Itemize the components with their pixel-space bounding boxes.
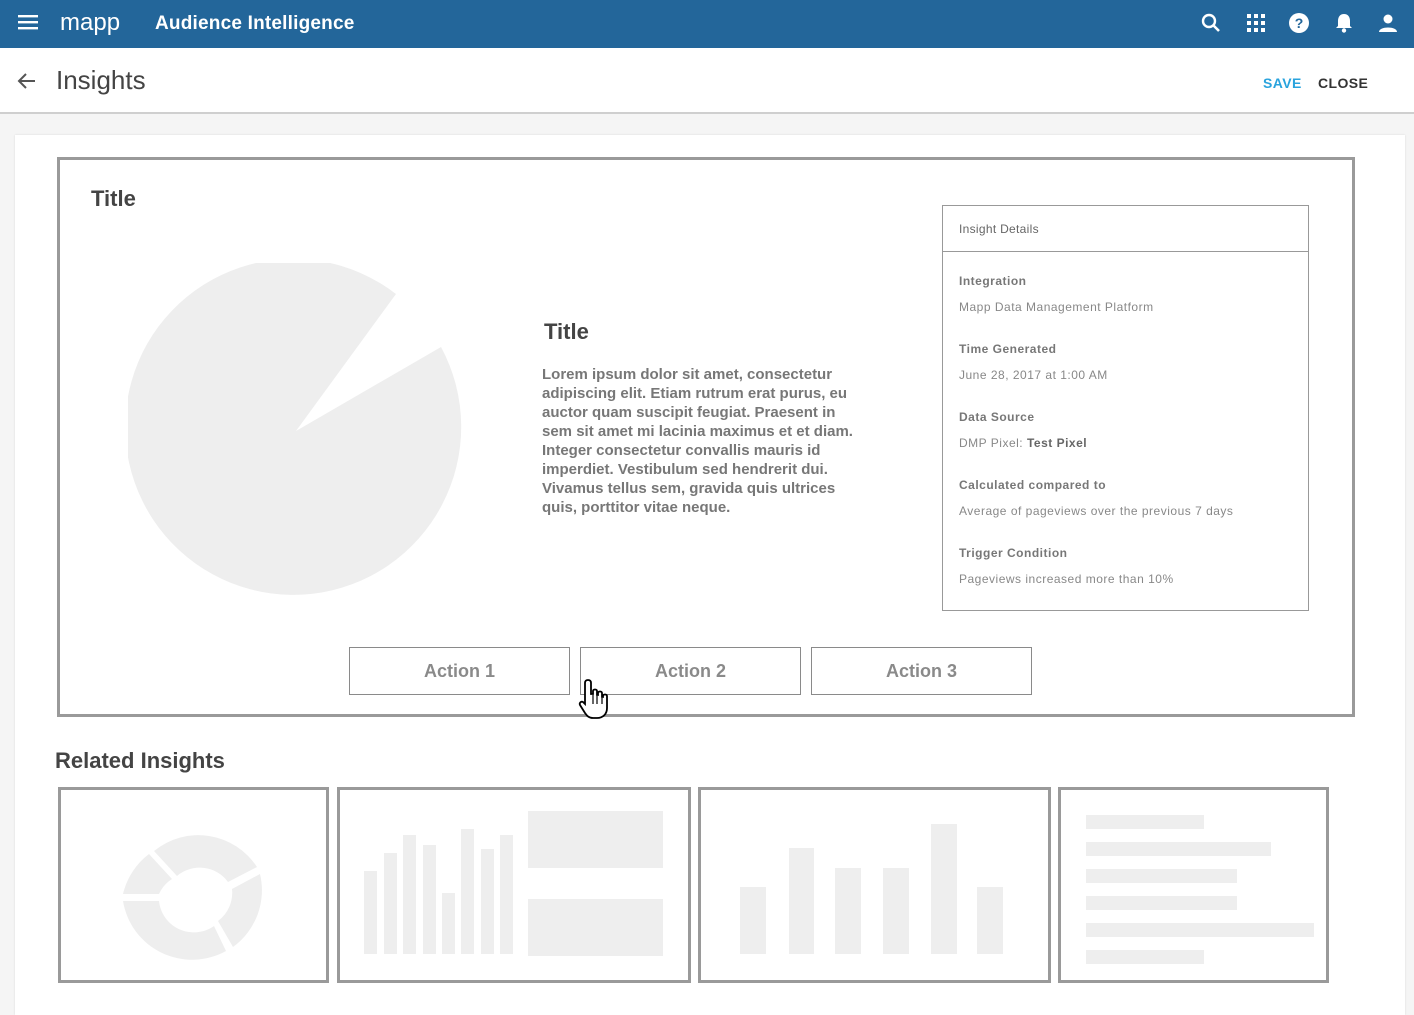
data-source-value: DMP Pixel: Test Pixel: [959, 436, 1087, 450]
related-insight-card-list[interactable]: [1058, 787, 1329, 983]
donut-segment-main: [154, 835, 257, 882]
mapp-logo[interactable]: mapp: [60, 9, 132, 43]
related-insights-title: Related Insights: [55, 748, 225, 773]
bar-2: [384, 853, 397, 954]
bar-8: [500, 835, 513, 954]
apps-grid-icon[interactable]: [1245, 12, 1267, 34]
list-line-2: [1086, 842, 1271, 856]
time-generated-value: June 28, 2017 at 1:00 AM: [959, 368, 1108, 382]
block-bottom: [528, 899, 663, 956]
action-3-button[interactable]: Action 3: [811, 647, 1032, 695]
compared-to-label: Calculated compared to: [959, 478, 1107, 492]
list-line-6: [1086, 950, 1204, 964]
column-3: [835, 868, 861, 954]
bar-5: [442, 893, 455, 954]
integration-value: Mapp Data Management Platform: [959, 300, 1154, 314]
search-icon[interactable]: [1200, 12, 1222, 34]
page-header: Insights SAVE CLOSE: [0, 48, 1414, 114]
donut-chart-placeholder: [123, 835, 262, 960]
back-arrow-icon[interactable]: [16, 70, 38, 92]
column-5: [931, 824, 957, 954]
column-2: [789, 848, 814, 954]
trigger-condition-value: Pageviews increased more than 10%: [959, 572, 1174, 586]
help-icon[interactable]: ?: [1288, 12, 1310, 34]
column-4: [883, 868, 909, 954]
action-1-button[interactable]: Action 1: [349, 647, 570, 695]
app-title: Audience Intelligence: [155, 13, 355, 34]
list-line-4: [1086, 896, 1237, 910]
bar-and-blocks-placeholder: [364, 811, 663, 956]
time-generated-label: Time Generated: [959, 342, 1057, 356]
bar-3: [403, 835, 416, 954]
save-button[interactable]: SAVE: [1263, 75, 1302, 91]
related-insight-card-columns[interactable]: [698, 787, 1051, 983]
insight-description: Lorem ipsum dolor sit amet, consectetur …: [542, 366, 853, 516]
pie-slice-large: [128, 263, 462, 595]
block-top: [528, 811, 663, 868]
column-6: [977, 887, 1003, 954]
close-button[interactable]: CLOSE: [1318, 75, 1368, 91]
data-source-prefix: DMP Pixel:: [959, 436, 1027, 450]
insight-summary-title: Title: [544, 319, 589, 344]
trigger-condition-label: Trigger Condition: [959, 546, 1068, 560]
column-chart-placeholder: [740, 824, 1003, 954]
menu-icon[interactable]: [18, 12, 38, 32]
data-source-label: Data Source: [959, 410, 1035, 424]
svg-text:?: ?: [1295, 15, 1304, 31]
list-line-1: [1086, 815, 1204, 829]
donut-segment-bottom: [123, 901, 226, 960]
logo-text: mapp: [60, 10, 120, 36]
data-source-pixel: Test Pixel: [1026, 436, 1088, 450]
insight-details-panel: Insight Details Integration Mapp Data Ma…: [942, 205, 1309, 611]
bar-7: [481, 849, 494, 954]
pie-chart-placeholder: [128, 263, 462, 595]
column-1: [740, 887, 766, 954]
related-insight-card-bars[interactable]: [337, 787, 691, 983]
action-2-button[interactable]: Action 2: [580, 647, 801, 695]
page-title: Insights: [56, 65, 146, 95]
donut-segment-right: [218, 874, 262, 947]
list-line-5: [1086, 923, 1314, 937]
bar-1: [364, 871, 377, 954]
bar-6: [461, 829, 474, 954]
related-insight-card-donut[interactable]: [58, 787, 329, 983]
notifications-icon[interactable]: [1333, 12, 1355, 34]
list-line-3: [1086, 869, 1237, 883]
insight-details-heading: Insight Details: [943, 206, 1308, 252]
bar-4: [423, 845, 436, 954]
compared-to-value: Average of pageviews over the previous 7…: [959, 504, 1234, 518]
top-app-bar: mapp Audience Intelligence ?: [0, 0, 1414, 48]
insight-title: Title: [91, 186, 136, 211]
integration-label: Integration: [959, 274, 1027, 288]
hand-cursor-icon: [578, 679, 608, 719]
account-icon[interactable]: [1377, 12, 1399, 34]
list-placeholder: [1086, 815, 1314, 964]
